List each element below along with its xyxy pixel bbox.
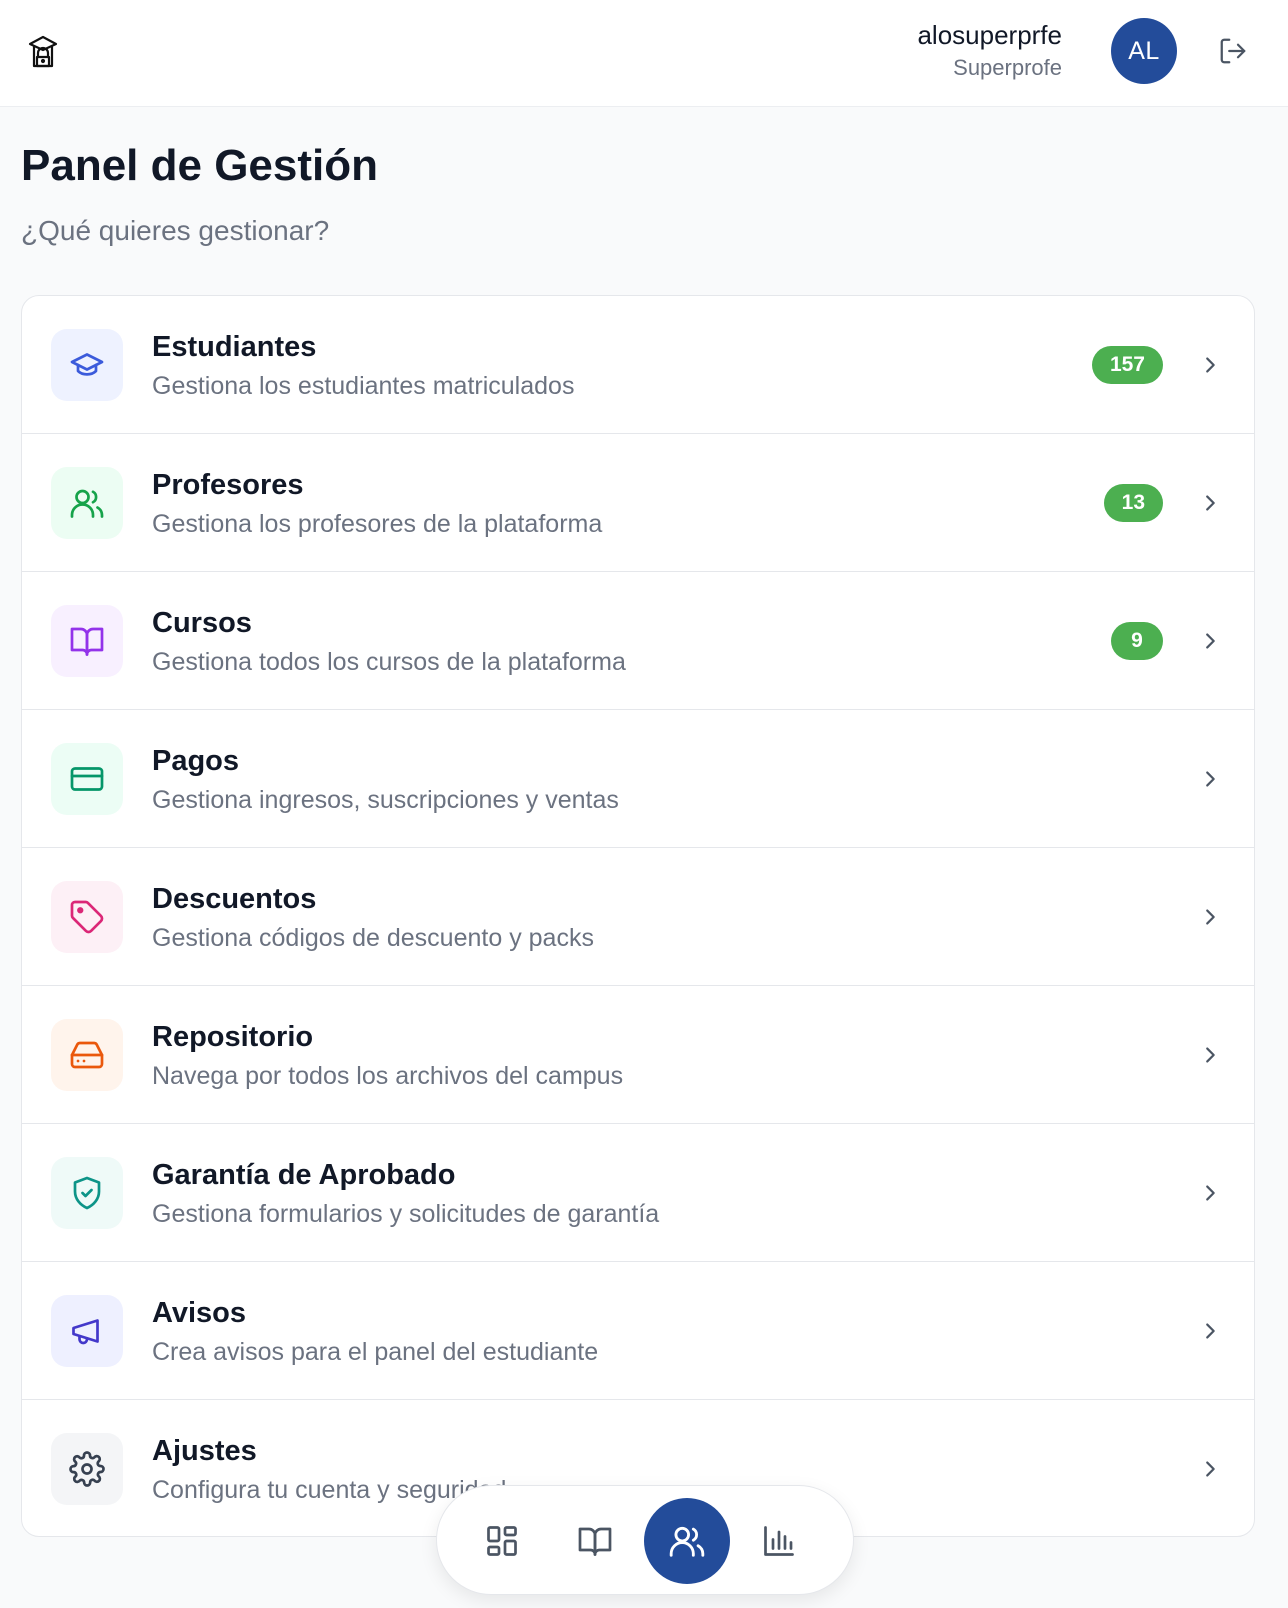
- book-open-icon: [51, 605, 123, 677]
- chevron-right-icon: [1196, 1455, 1224, 1483]
- section-row-repositorio[interactable]: Repositorio Navega por todos los archivo…: [22, 986, 1254, 1124]
- avatar[interactable]: AL: [1111, 18, 1177, 84]
- user-role: Superprofe: [953, 55, 1062, 80]
- credit-card-icon: [51, 743, 123, 815]
- management-list: Estudiantes Gestiona los estudiantes mat…: [21, 295, 1255, 1537]
- page-subtitle: ¿Qué quieres gestionar?: [21, 215, 330, 246]
- section-row-garantia[interactable]: Garantía de Aprobado Gestiona formulario…: [22, 1124, 1254, 1262]
- section-row-pagos[interactable]: Pagos Gestiona ingresos, suscripciones y…: [22, 710, 1254, 848]
- chevron-right-icon: [1196, 489, 1224, 517]
- chevron-right-icon: [1196, 627, 1224, 655]
- section-title: Garantía de Aprobado: [152, 1159, 456, 1191]
- section-title: Cursos: [152, 607, 252, 639]
- nav-users-button[interactable]: [644, 1498, 730, 1584]
- section-description: Gestiona códigos de descuento y packs: [152, 924, 594, 952]
- chevron-right-icon: [1196, 903, 1224, 931]
- section-row-estudiantes[interactable]: Estudiantes Gestiona los estudiantes mat…: [22, 296, 1254, 434]
- top-bar: alosuperprfe Superprofe AL: [0, 0, 1288, 107]
- megaphone-icon: [51, 1295, 123, 1367]
- users-icon: [669, 1526, 705, 1557]
- section-description: Gestiona los profesores de la plataforma: [152, 510, 603, 538]
- section-description: Gestiona ingresos, suscripciones y venta…: [152, 786, 619, 814]
- chevron-right-icon: [1196, 351, 1224, 379]
- graduation-cap-icon: [51, 329, 123, 401]
- nav-courses-button[interactable]: [552, 1498, 638, 1584]
- book-open-icon: [578, 1527, 612, 1556]
- section-title: Descuentos: [152, 883, 317, 915]
- section-description: Gestiona los estudiantes matriculados: [152, 372, 575, 400]
- page-title: Panel de Gestión: [21, 141, 378, 190]
- count-badge: 9: [1111, 622, 1163, 660]
- section-title: Repositorio: [152, 1021, 314, 1053]
- school-lock-icon[interactable]: [26, 32, 60, 70]
- user-info: alosuperprfe Superprofe: [917, 18, 1062, 84]
- bottom-nav: [436, 1485, 854, 1595]
- user-name: alosuperprfe: [917, 20, 1062, 50]
- count-badge: 157: [1091, 346, 1163, 384]
- gear-icon: [51, 1433, 123, 1505]
- hard-drive-icon: [51, 1019, 123, 1091]
- logout-button[interactable]: [1216, 34, 1250, 68]
- section-title: Profesores: [152, 469, 304, 501]
- avatar-initials: AL: [1128, 36, 1160, 65]
- chevron-right-icon: [1196, 1041, 1224, 1069]
- section-title: Ajustes: [152, 1435, 257, 1467]
- shield-check-icon: [51, 1157, 123, 1229]
- nav-stats-button[interactable]: [736, 1498, 822, 1584]
- section-description: Crea avisos para el panel del estudiante: [152, 1338, 599, 1366]
- section-title: Pagos: [152, 745, 240, 777]
- tag-icon: [51, 881, 123, 953]
- bar-chart-icon: [764, 1526, 794, 1556]
- chevron-right-icon: [1196, 1179, 1224, 1207]
- section-description: Gestiona todos los cursos de la platafor…: [152, 648, 626, 676]
- section-row-descuentos[interactable]: Descuentos Gestiona códigos de descuento…: [22, 848, 1254, 986]
- nav-dashboard-button[interactable]: [459, 1498, 545, 1584]
- section-description: Gestiona formularios y solicitudes de ga…: [152, 1200, 660, 1228]
- section-title: Estudiantes: [152, 331, 317, 363]
- section-title: Avisos: [152, 1297, 247, 1329]
- chevron-right-icon: [1196, 765, 1224, 793]
- chevron-right-icon: [1196, 1317, 1224, 1345]
- users-icon: [51, 467, 123, 539]
- dashboard-grid-icon: [487, 1526, 517, 1556]
- section-row-avisos[interactable]: Avisos Crea avisos para el panel del est…: [22, 1262, 1254, 1400]
- count-badge: 13: [1103, 484, 1163, 522]
- section-description: Navega por todos los archivos del campus: [152, 1062, 624, 1090]
- section-row-cursos[interactable]: Cursos Gestiona todos los cursos de la p…: [22, 572, 1254, 710]
- logout-icon: [1220, 38, 1246, 64]
- section-row-profesores[interactable]: Profesores Gestiona los profesores de la…: [22, 434, 1254, 572]
